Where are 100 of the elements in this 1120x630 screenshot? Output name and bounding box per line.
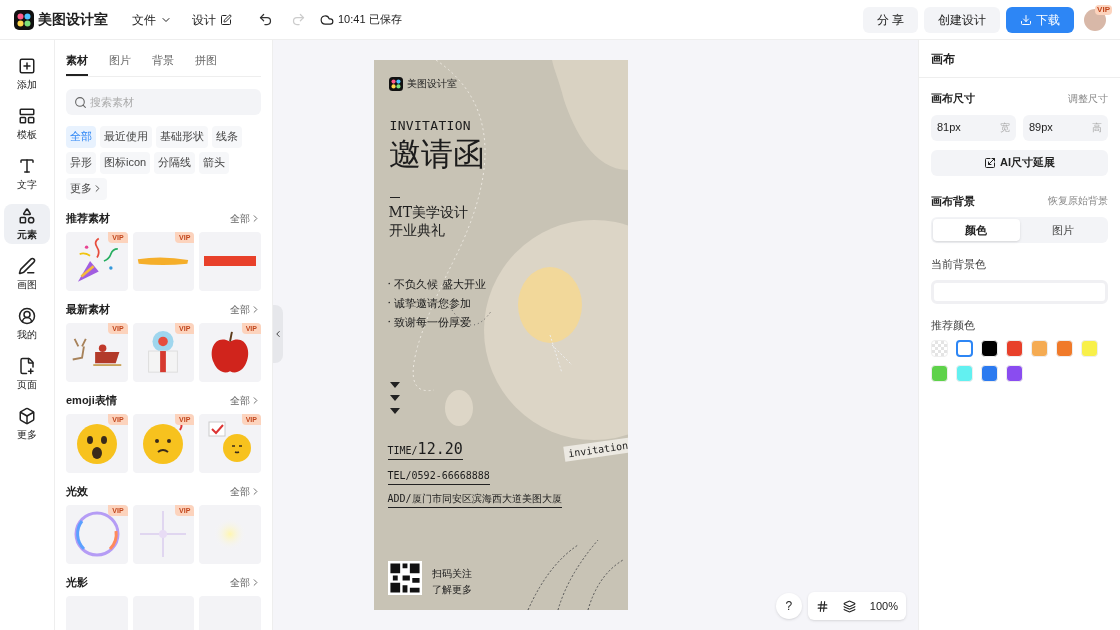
size-field[interactable]: 81px 宽 <box>931 114 1016 141</box>
poster-bullet-text: · 不负久候 盛大开业 <box>387 277 486 293</box>
resize-icon <box>984 156 996 169</box>
size-field[interactable]: 89px 高 <box>1023 114 1108 141</box>
reset-background-link[interactable]: 恢复原始背景 <box>1048 193 1108 209</box>
mode-tab[interactable]: 颜色 <box>933 219 1020 241</box>
section-title: 光效 <box>66 484 88 500</box>
poster-subtitle: 开业典礼 <box>388 221 445 240</box>
panel-title: 画布 <box>931 50 955 68</box>
asset-thumbnail[interactable] <box>199 504 261 564</box>
mode-tab[interactable]: 图片 <box>1019 219 1106 241</box>
text-icon <box>18 156 36 175</box>
view-all-link[interactable]: 全部 <box>230 302 261 317</box>
download-button[interactable]: 下载 <box>1006 6 1074 33</box>
brand-name: 美图设计室 <box>38 10 108 29</box>
section-title: 最新素材 <box>66 302 110 318</box>
panel-tab[interactable]: 图片 <box>109 52 131 76</box>
qr-code-icon <box>387 561 422 595</box>
view-all-link[interactable]: 全部 <box>230 575 261 590</box>
layout-icon <box>18 106 36 125</box>
undo-button[interactable] <box>258 12 273 27</box>
sparkle-drawing <box>138 509 189 559</box>
section-title: 光影 <box>66 575 88 591</box>
brush-stroke-drawing <box>136 255 191 267</box>
pen-icon <box>18 256 36 275</box>
color-swatch[interactable] <box>956 340 973 357</box>
section-title: 画布背景 <box>931 193 975 209</box>
filter-chip[interactable]: 基础形状 <box>156 125 208 148</box>
chevron-right-icon <box>250 304 261 315</box>
detail-text: TIME/ <box>387 444 418 458</box>
search-icon <box>74 95 87 109</box>
detail-text: TEL/0592-66668888 <box>387 469 490 483</box>
section-title: 推荐素材 <box>66 211 110 227</box>
section-title: 画布尺寸 <box>931 91 975 106</box>
panel-tab[interactable]: 素材 <box>66 52 88 76</box>
panel-tab[interactable]: 拼图 <box>195 52 217 76</box>
filter-chip[interactable]: 异形 <box>66 151 96 174</box>
rail-item[interactable]: 模板 <box>4 104 50 144</box>
view-all-link[interactable]: 全部 <box>230 211 261 226</box>
chevron-right-icon <box>250 213 261 224</box>
brand-logo-icon <box>388 76 403 91</box>
chevron-right-icon <box>250 577 261 588</box>
filter-chip[interactable]: 更多 <box>66 177 107 200</box>
user-icon <box>18 306 36 325</box>
rail-item[interactable]: 我的 <box>4 304 50 344</box>
rail-item[interactable]: 文字 <box>4 154 50 194</box>
download-icon <box>1020 13 1032 26</box>
zoom-level[interactable]: 100% <box>869 597 898 615</box>
help-button[interactable]: ? <box>775 593 802 619</box>
cloud-icon <box>320 12 334 27</box>
layers-icon[interactable] <box>842 599 856 613</box>
cube-icon <box>18 406 36 425</box>
action-button[interactable]: 创建设计 <box>924 6 1000 33</box>
edit-icon <box>220 13 232 26</box>
filter-chip[interactable]: 最近使用 <box>100 125 152 148</box>
resize-link[interactable]: 调整尺寸 <box>1068 90 1108 106</box>
brand-name: 美图设计室 <box>406 77 457 91</box>
chevron-right-icon <box>250 395 261 406</box>
undo-icon <box>258 12 273 27</box>
collapse-handle[interactable] <box>273 305 283 363</box>
panel-tab[interactable]: 背景 <box>152 52 174 76</box>
rail-item[interactable]: 更多 <box>4 404 50 444</box>
save-status: 10:41 已保存 <box>338 12 402 28</box>
filter-chip[interactable]: 分隔线 <box>154 151 196 174</box>
rail-item[interactable]: 元素 <box>4 204 50 244</box>
poster-bullet-text: · 诚挚邀请您参加 <box>387 296 472 312</box>
grid-icon[interactable] <box>815 599 829 613</box>
rail-item[interactable]: 添加 <box>4 54 50 94</box>
filter-chip[interactable]: 图标icon <box>100 151 151 174</box>
short-rule <box>389 197 400 198</box>
action-button[interactable]: 分 享 <box>862 6 918 33</box>
section-title: emoji表情 <box>66 393 117 409</box>
menu-button[interactable]: 文件 <box>132 10 172 29</box>
invitation-tag: invitation <box>562 437 628 462</box>
chevron-right-icon <box>250 486 261 497</box>
menu-button[interactable]: 设计 <box>192 10 232 29</box>
app-logo-icon <box>14 9 34 30</box>
detail-text: ADD/厦门市同安区滨海西大道美图大厦 <box>387 492 562 506</box>
view-all-link[interactable]: 全部 <box>230 393 261 408</box>
page-add-icon <box>18 356 36 375</box>
poster-title: 邀请函 <box>388 134 485 174</box>
vip-badge: VIP <box>1095 4 1112 15</box>
filter-chip[interactable]: 线条 <box>212 125 242 148</box>
rail-item[interactable]: 页面 <box>4 354 50 394</box>
rail-item[interactable]: 画图 <box>4 254 50 294</box>
search-field[interactable]: 搜索素材 <box>66 88 261 115</box>
redo-icon <box>291 12 306 27</box>
filter-chip[interactable]: 箭头 <box>199 151 230 174</box>
asset-thumbnail[interactable] <box>199 231 261 291</box>
qr-caption: 扫码关注 <box>431 567 472 581</box>
qr-caption: 了解更多 <box>431 583 472 597</box>
eyebrow-heading: INVITATION <box>389 117 472 135</box>
view-all-link[interactable]: 全部 <box>230 484 261 499</box>
rectangle-shape <box>204 256 257 266</box>
detail-value: 12.20 <box>417 440 463 458</box>
invitation-poster[interactable]: 美图设计室 INVITATION 邀请函 MT美学设计 开业典礼 · 不负久候 盛大开业 · 诚挚邀请您参加 · 致谢每一份厚爱 TIME/12.20 TEL/0592-66668888 ADD/厦门市同安区滨海西大道美图大厦 invitation 扫码关注 了解更多 <box>373 60 628 610</box>
shapes-icon <box>18 206 36 225</box>
field-label: 当前背景色 <box>931 257 987 272</box>
ai-extend-button[interactable]: AI尺寸延展 <box>931 149 1108 176</box>
poster-subtitle: MT美学设计 <box>388 203 469 222</box>
